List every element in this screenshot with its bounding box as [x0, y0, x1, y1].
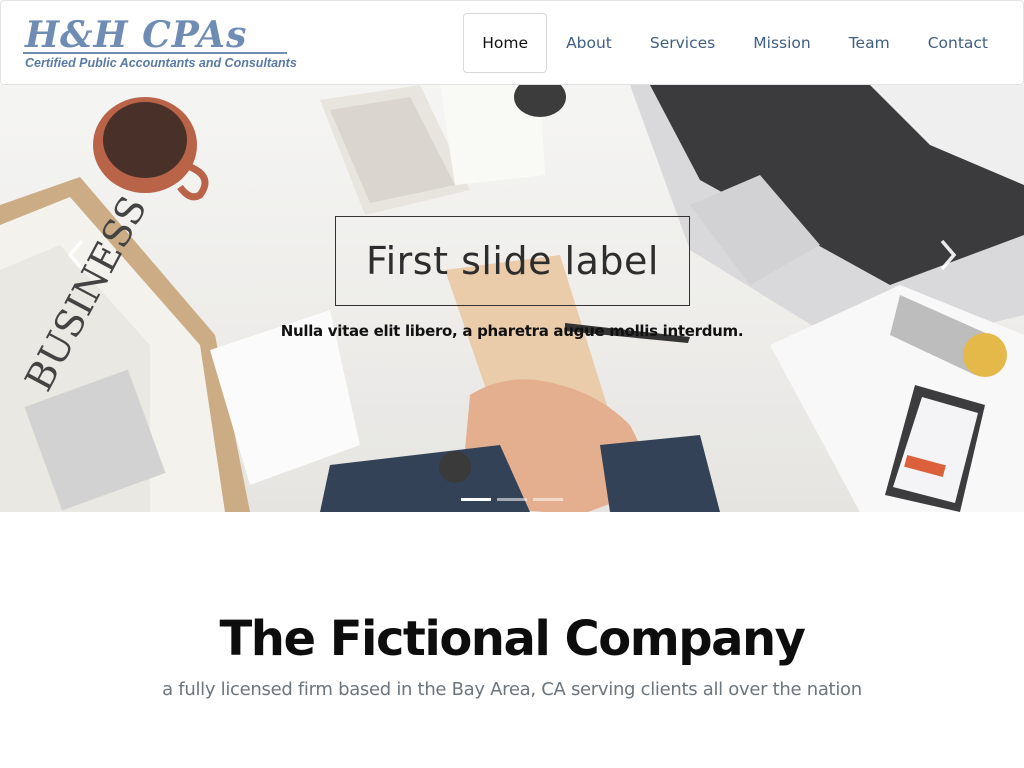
nav-about[interactable]: About [547, 13, 631, 73]
caption-title-box: First slide label [335, 216, 690, 306]
carousel-indicator-1[interactable] [461, 498, 491, 501]
carousel-indicator-2[interactable] [497, 498, 527, 501]
nav-contact[interactable]: Contact [909, 13, 1007, 73]
caption-text: Nulla vitae elit libero, a pharetra augu… [280, 322, 744, 340]
brand-name: H&H CPAs [25, 14, 248, 56]
caption-title: First slide label [366, 239, 659, 283]
company-title: The Fictional Company [219, 611, 806, 667]
hero-carousel: BUSINESS [0, 85, 1024, 512]
nav-team[interactable]: Team [830, 13, 909, 73]
nav-services[interactable]: Services [631, 13, 734, 73]
logo-divider [23, 52, 287, 54]
carousel-indicator-3[interactable] [533, 498, 563, 501]
company-subtitle: a fully licensed firm based in the Bay A… [162, 679, 862, 700]
nav-mission[interactable]: Mission [734, 13, 829, 73]
nav-home[interactable]: Home [463, 13, 548, 73]
main-nav: Home About Services Mission Team Contact [463, 13, 1007, 73]
brand-logo[interactable]: H&H CPAs Certified Public Accountants an… [23, 14, 297, 73]
carousel-indicators [461, 498, 563, 501]
chevron-right-icon [940, 239, 957, 271]
carousel-prev-button[interactable] [62, 235, 92, 275]
chevron-left-icon [67, 239, 84, 271]
navbar: H&H CPAs Certified Public Accountants an… [0, 0, 1024, 85]
carousel-next-button[interactable] [932, 235, 962, 275]
brand-tagline: Certified Public Accountants and Consult… [25, 56, 297, 70]
